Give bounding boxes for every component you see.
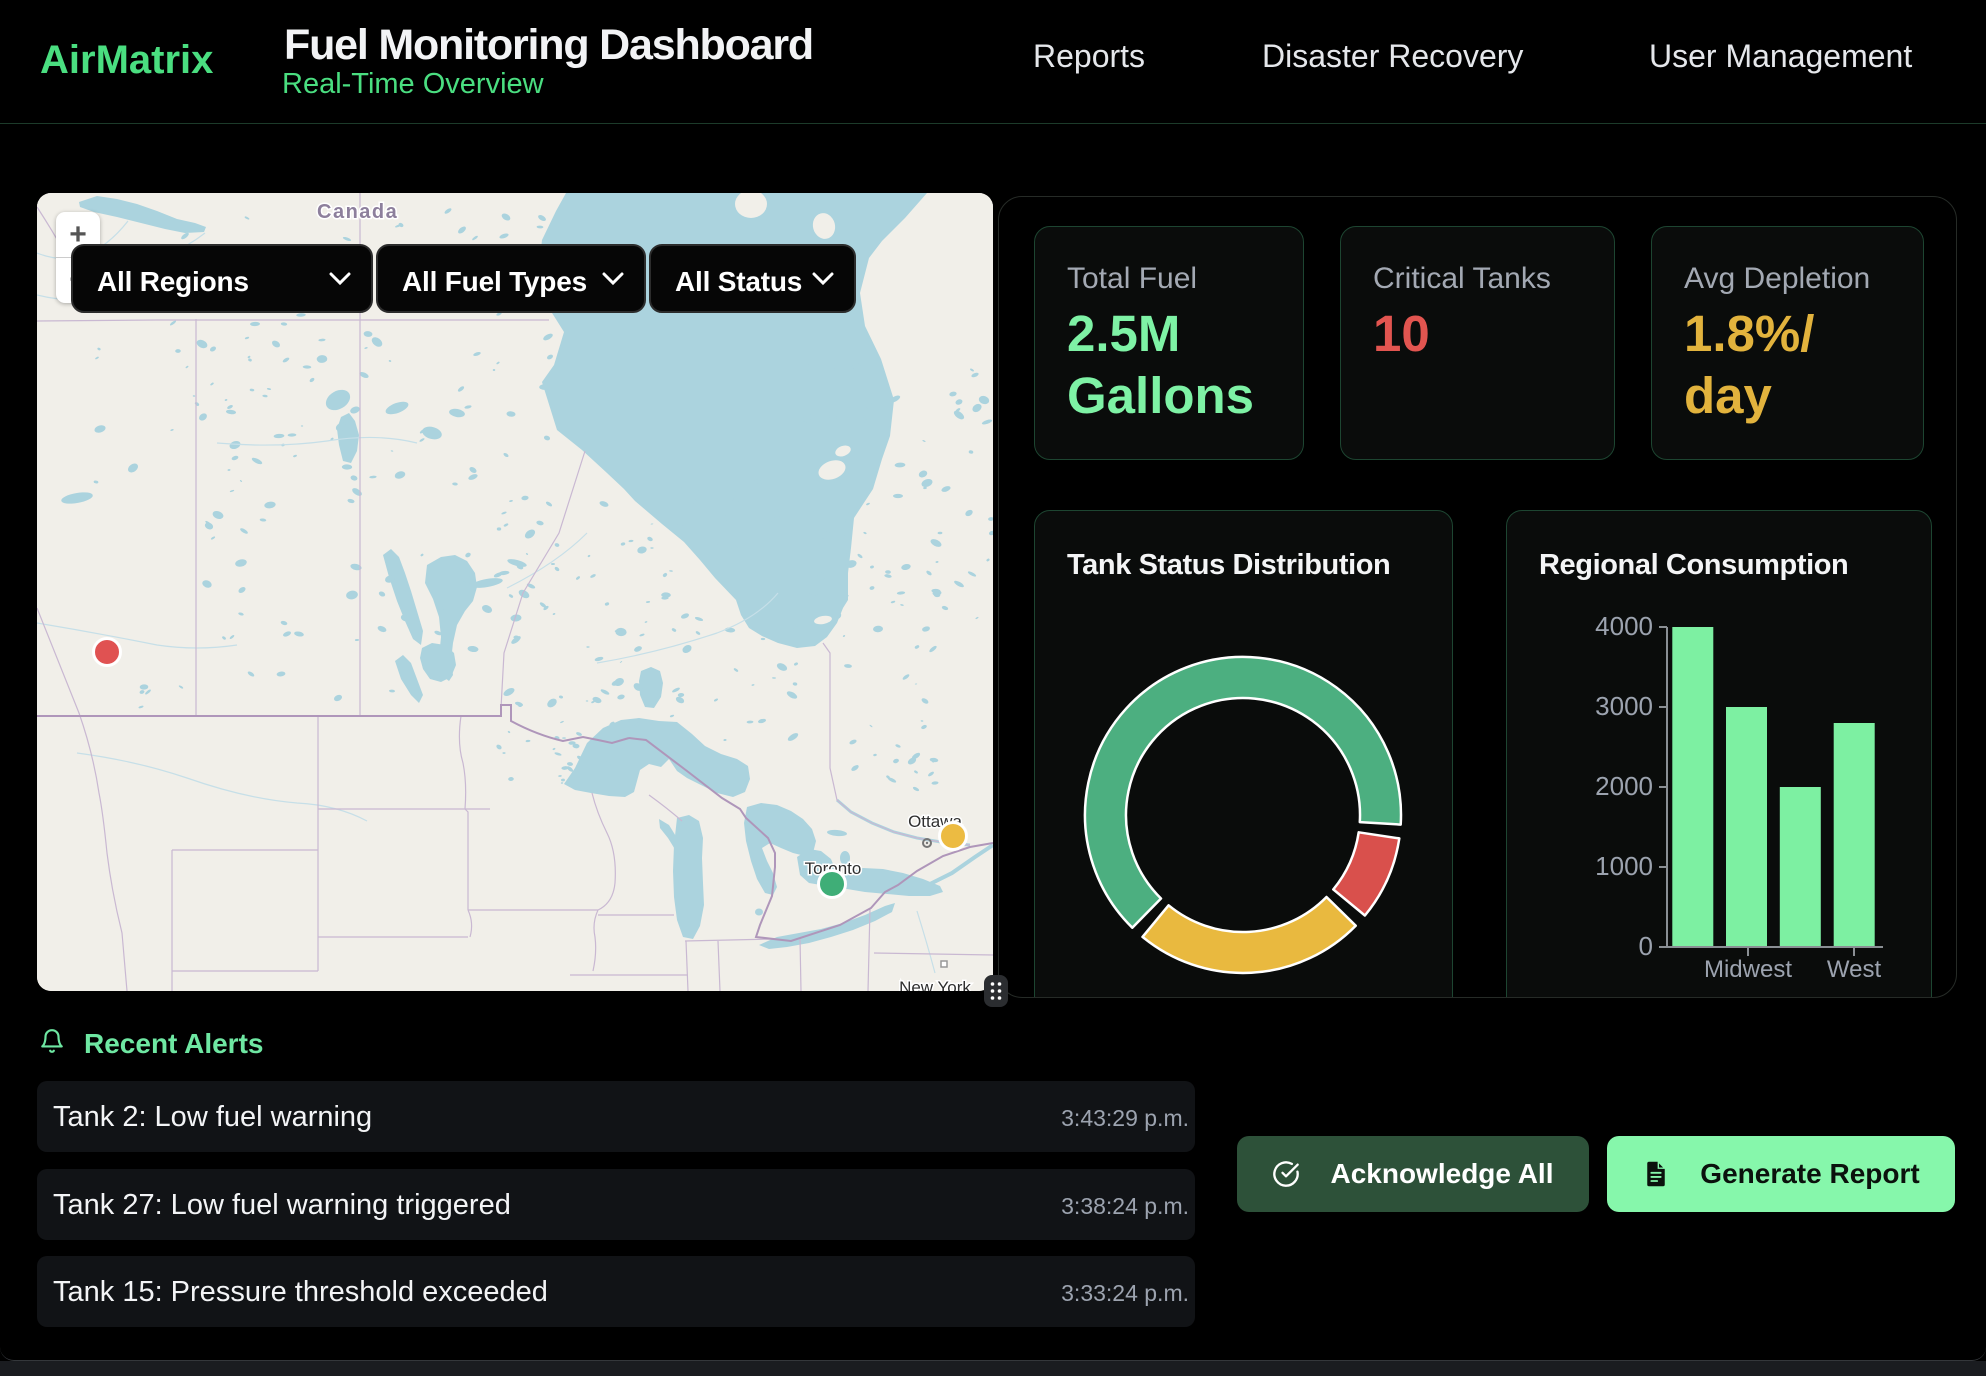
- svg-text:1000: 1000: [1595, 851, 1653, 881]
- svg-text:Midwest: Midwest: [1704, 956, 1792, 983]
- svg-text:2000: 2000: [1595, 771, 1653, 801]
- svg-text:4000: 4000: [1595, 611, 1653, 641]
- svg-text:0: 0: [1639, 931, 1653, 961]
- svg-text:Canada: Canada: [317, 201, 398, 223]
- svg-text:New York: New York: [899, 978, 971, 991]
- svg-text:3000: 3000: [1595, 691, 1653, 721]
- svg-text:West: West: [1827, 956, 1882, 983]
